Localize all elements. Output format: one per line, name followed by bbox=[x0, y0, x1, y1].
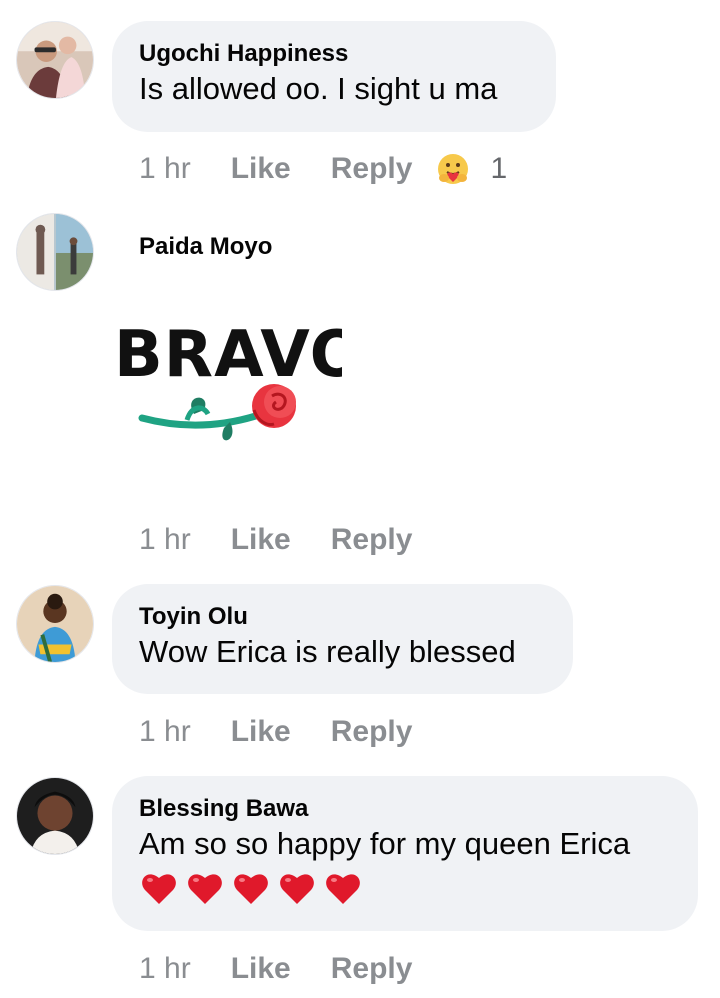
comment-bubble: Toyin Olu Wow Erica is really blessed bbox=[112, 584, 573, 694]
like-button[interactable]: Like bbox=[231, 152, 291, 186]
comment-timestamp[interactable]: 1 hr bbox=[139, 715, 191, 749]
comment-actions: 1 hr Like Reply bbox=[139, 520, 412, 560]
avatar[interactable] bbox=[16, 213, 94, 291]
avatar[interactable] bbox=[16, 21, 94, 99]
comment-bubble: Blessing Bawa Am so so happy for my quee… bbox=[112, 776, 698, 931]
red-heart-icon bbox=[142, 874, 176, 904]
comment-timestamp[interactable]: 1 hr bbox=[139, 952, 191, 986]
comment-actions: 1 hr Like Reply 1 bbox=[139, 149, 507, 189]
reply-button[interactable]: Reply bbox=[331, 952, 413, 986]
comment-author[interactable]: Toyin Olu bbox=[139, 602, 545, 632]
avatar-photo bbox=[17, 214, 93, 290]
red-heart-icon bbox=[280, 874, 314, 904]
reply-button[interactable]: Reply bbox=[331, 523, 413, 557]
like-button[interactable]: Like bbox=[231, 715, 291, 749]
like-button[interactable]: Like bbox=[231, 523, 291, 557]
red-heart-icon bbox=[234, 874, 268, 904]
comment-actions: 1 hr Like Reply bbox=[139, 712, 412, 752]
like-button[interactable]: Like bbox=[231, 952, 291, 986]
avatar-photo bbox=[17, 586, 93, 662]
reaction-count: 1 bbox=[490, 152, 508, 185]
bravo-rose-sticker: BRAVO! bbox=[112, 314, 394, 464]
comment-text: Is allowed oo. I sight u ma bbox=[139, 71, 498, 106]
sticker-text: BRAVO! bbox=[114, 318, 342, 392]
avatar[interactable] bbox=[16, 777, 94, 855]
rose-sticker: BRAVO! bbox=[114, 318, 394, 441]
comment-actions: 1 hr Like Reply bbox=[139, 949, 412, 989]
care-reaction-icon bbox=[438, 154, 469, 184]
comment-timestamp[interactable]: 1 hr bbox=[139, 523, 191, 557]
reply-button[interactable]: Reply bbox=[331, 715, 413, 749]
comment-bubble: Ugochi Happiness Is allowed oo. I sight … bbox=[112, 21, 556, 132]
comment-author[interactable]: Paida Moyo bbox=[139, 232, 272, 262]
red-heart-icon bbox=[326, 874, 360, 904]
reply-button[interactable]: Reply bbox=[331, 152, 413, 186]
reaction-summary[interactable]: 1 bbox=[436, 152, 507, 186]
comment-text: Am so so happy for my queen Erica bbox=[139, 826, 631, 861]
avatar-photo bbox=[17, 778, 93, 854]
comment-timestamp[interactable]: 1 hr bbox=[139, 152, 191, 186]
heart-emoji-row bbox=[139, 868, 670, 908]
red-heart-icon bbox=[188, 874, 222, 904]
comment-text: Wow Erica is really blessed bbox=[139, 634, 516, 669]
comment-author[interactable]: Ugochi Happiness bbox=[139, 39, 528, 69]
comment-author[interactable]: Blessing Bawa bbox=[139, 794, 670, 824]
avatar[interactable] bbox=[16, 585, 94, 663]
avatar-photo bbox=[17, 22, 93, 98]
